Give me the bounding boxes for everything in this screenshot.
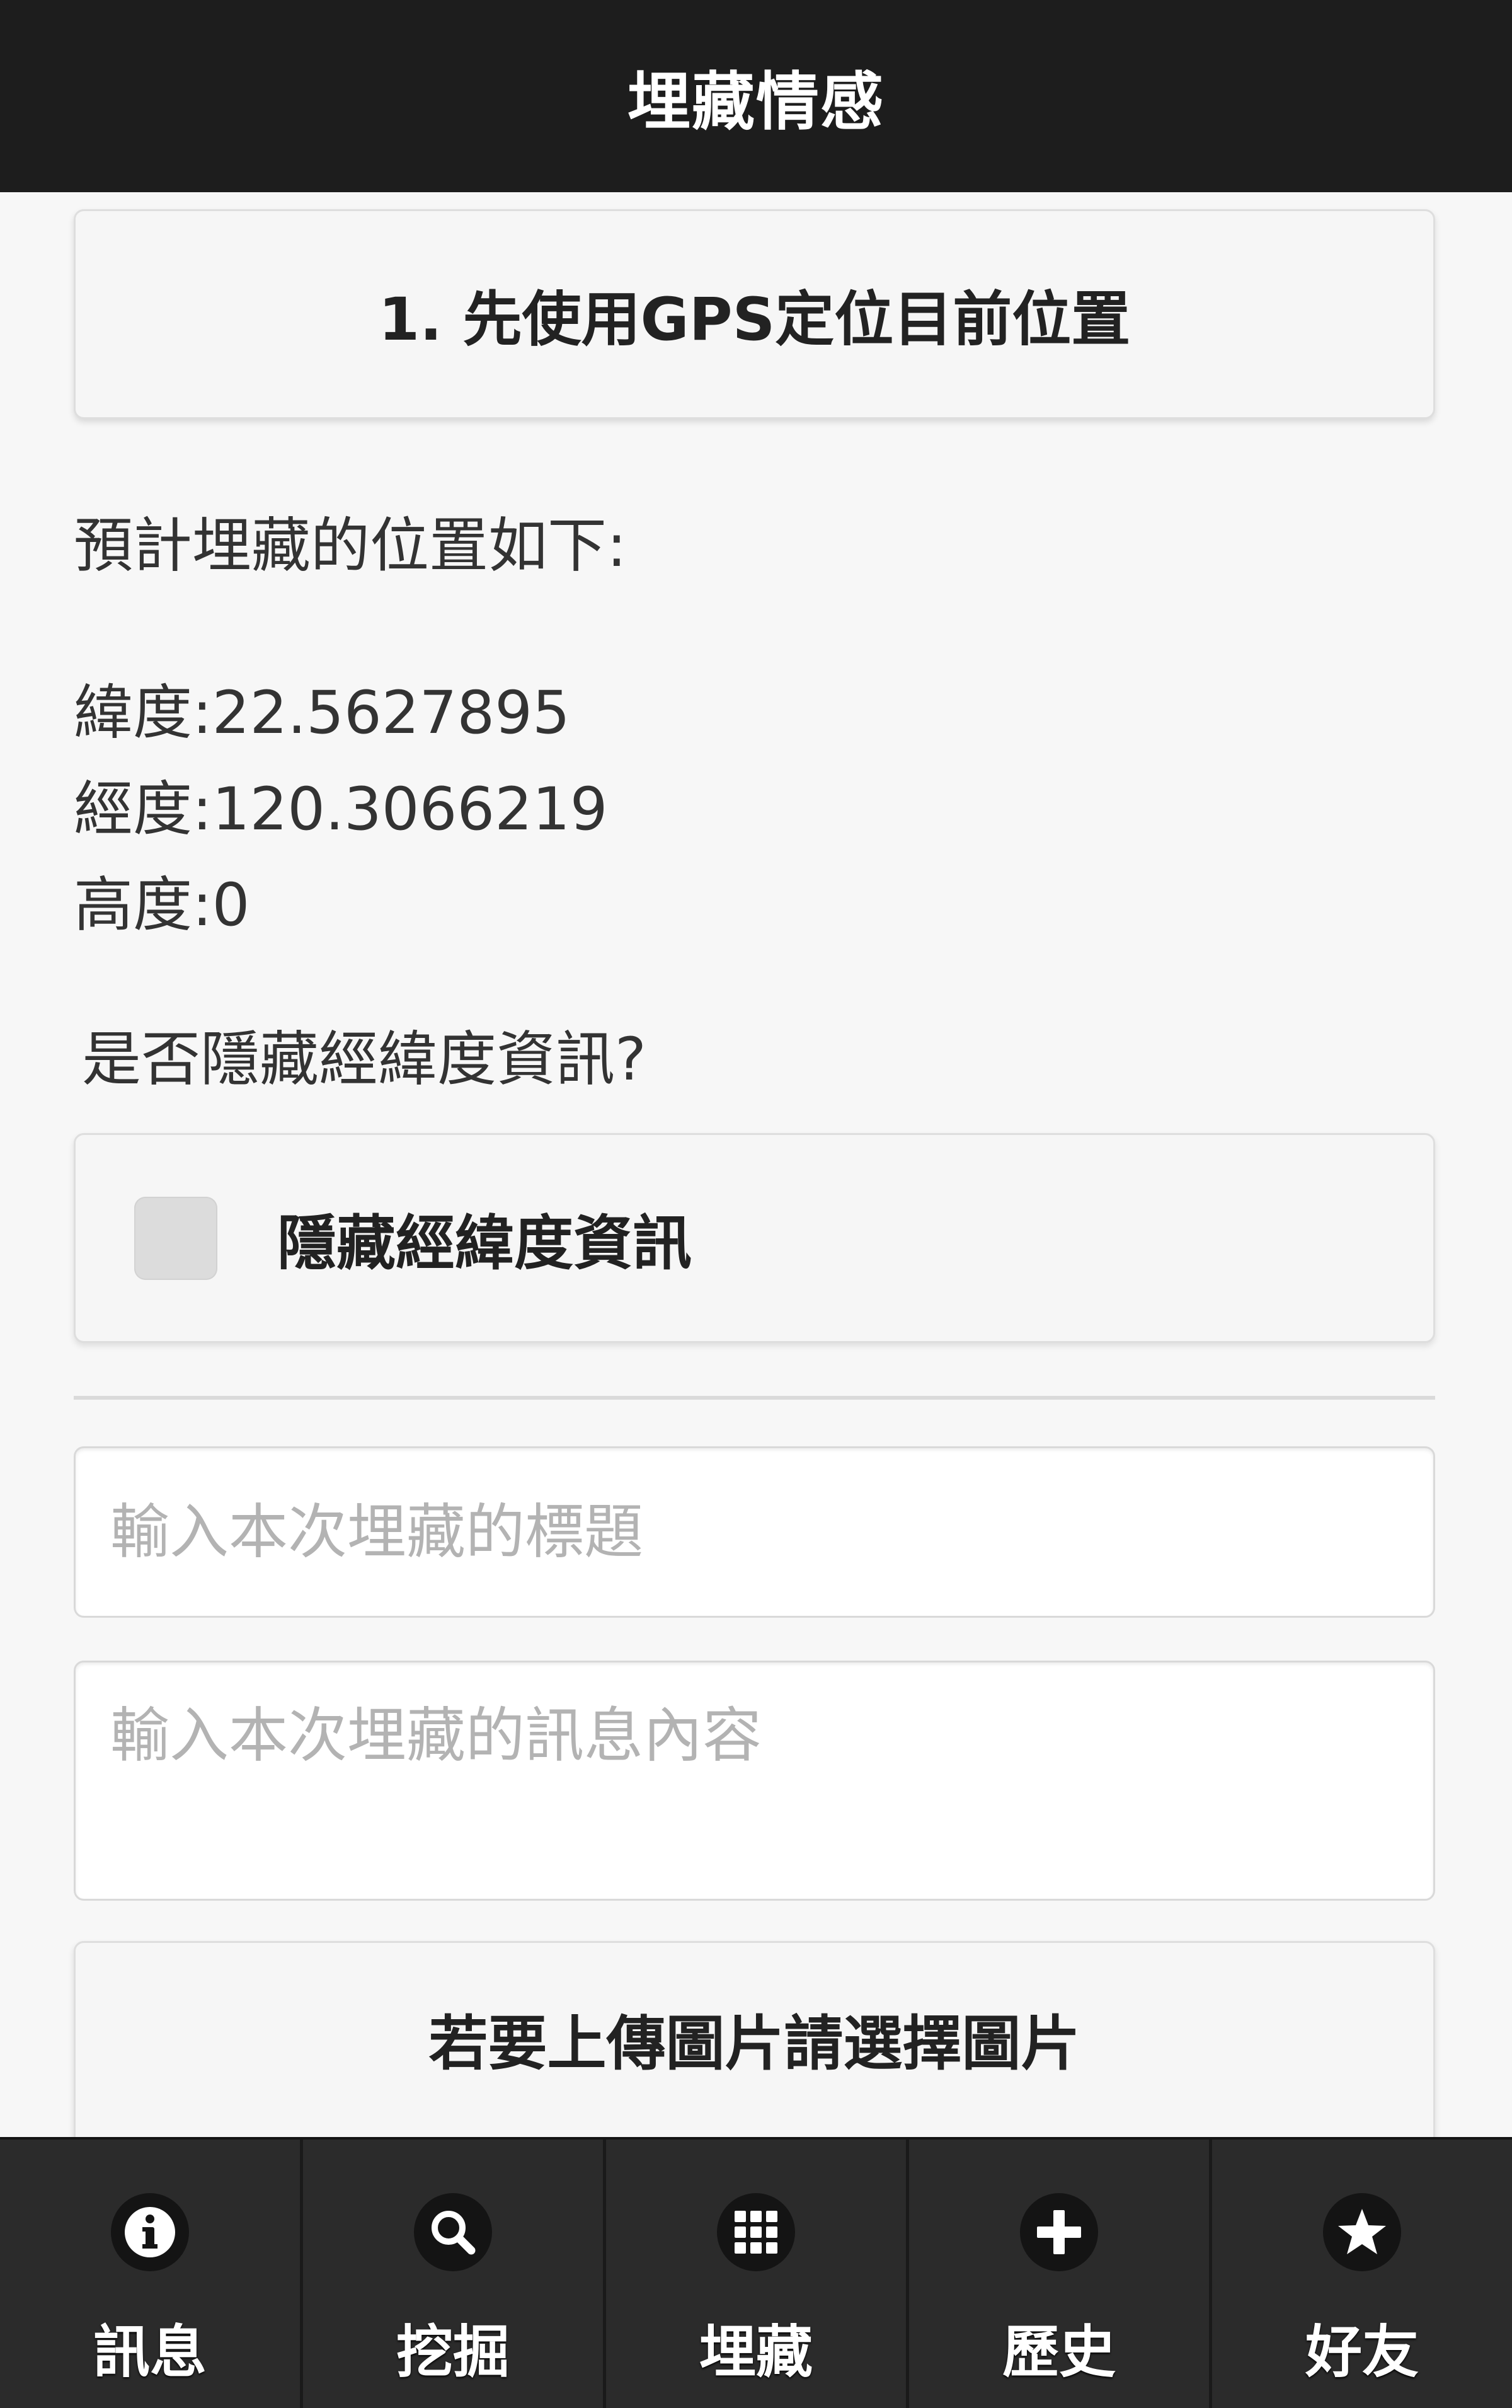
plus-icon — [1020, 2193, 1098, 2271]
hide-coordinates-question: 是否隱藏經緯度資訊? — [82, 1025, 646, 1094]
hide-coordinates-checkbox[interactable] — [134, 1196, 217, 1280]
grid-icon — [717, 2193, 795, 2271]
altitude-value: 高度:0 — [74, 871, 250, 940]
longitude-value: 經度:120.3066219 — [74, 775, 608, 844]
tab-label: 埋藏 — [699, 2319, 813, 2385]
gps-locate-button[interactable]: 1. 先使用GPS定位目前位置 — [74, 209, 1435, 419]
app-header: 埋藏情感 — [0, 0, 1512, 192]
page-title: 埋藏情感 — [627, 65, 885, 139]
star-icon — [1323, 2193, 1401, 2271]
info-icon — [111, 2193, 189, 2271]
section-divider — [74, 1396, 1435, 1400]
tab-label: 歷史 — [1002, 2319, 1116, 2385]
tab-history[interactable]: 歷史 — [909, 2140, 1212, 2408]
hide-coordinates-option[interactable]: 隱藏經緯度資訊 — [74, 1133, 1435, 1343]
hide-coordinates-label[interactable]: 隱藏經緯度資訊 — [277, 1195, 692, 1281]
title-input[interactable] — [74, 1446, 1435, 1618]
tab-label: 挖掘 — [396, 2319, 510, 2385]
main-content: 1. 先使用GPS定位目前位置 預計埋藏的位置如下: 緯度:22.5627895… — [0, 192, 1512, 2137]
search-icon — [414, 2193, 492, 2271]
bottom-tab-bar: 訊息 挖掘 埋藏 歷史 好友 — [0, 2137, 1512, 2408]
message-textarea[interactable] — [74, 1661, 1435, 1901]
upload-image-button[interactable]: 若要上傳圖片請選擇圖片 — [74, 1941, 1435, 2137]
tab-messages[interactable]: 訊息 — [0, 2140, 303, 2408]
tab-friends[interactable]: 好友 — [1212, 2140, 1512, 2408]
tab-label: 好友 — [1305, 2319, 1419, 2385]
location-intro-text: 預計埋藏的位置如下: — [74, 512, 627, 580]
tab-dig[interactable]: 挖掘 — [303, 2140, 606, 2408]
tab-label: 訊息 — [93, 2319, 207, 2385]
tab-bury[interactable]: 埋藏 — [606, 2140, 909, 2408]
latitude-value: 緯度:22.5627895 — [74, 679, 570, 747]
